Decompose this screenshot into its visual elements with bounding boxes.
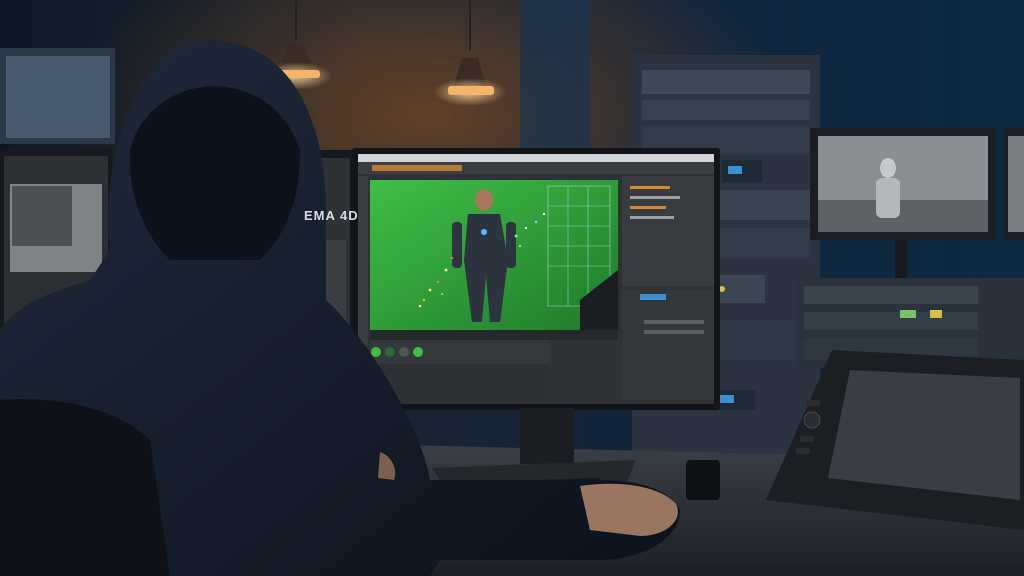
main-monitor (352, 148, 720, 410)
material-ball (413, 347, 423, 357)
monitor-stand (520, 408, 574, 464)
material-ball (385, 347, 395, 357)
object-manager-panel (622, 176, 714, 286)
photo-scene (0, 0, 1024, 576)
mug (686, 460, 720, 500)
toolbar-icon-row (372, 165, 462, 171)
timeline-bar (370, 330, 618, 340)
material-ball (399, 347, 409, 357)
material-ball (371, 347, 381, 357)
left-monitor-brand-text: EMA 4D (304, 208, 359, 223)
attributes-panel (622, 290, 714, 400)
back-monitor-left-screen (6, 56, 110, 138)
